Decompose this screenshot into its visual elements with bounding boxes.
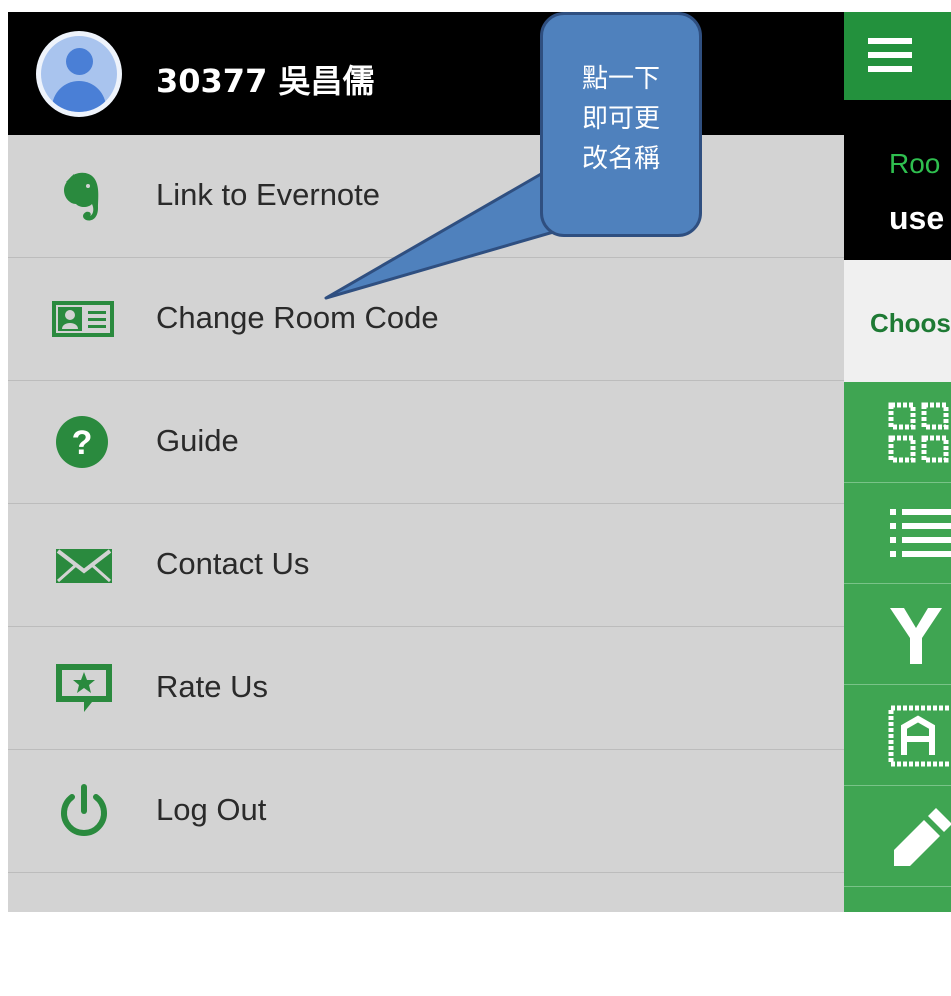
choose-bar: Choos [844,260,951,382]
option-qr-code[interactable] [844,382,951,483]
option-abcd[interactable] [844,685,951,786]
option-yes-no[interactable] [844,584,951,685]
menu-item-change-room-code[interactable]: Change Room Code [8,258,844,381]
yes-no-icon [890,608,942,664]
drawer-header: 30377 吳昌儒 [8,12,844,135]
menu-item-guide[interactable]: ? Guide [8,381,844,504]
list-icon [890,509,951,557]
annotation-callout: 點一下 即可更 改名稱 [540,12,702,237]
star-feedback-icon [52,660,116,716]
menu-item-contact-us[interactable]: Contact Us [8,504,844,627]
help-circle-icon: ? [52,414,116,470]
evernote-icon [52,168,116,224]
room-value: use [889,200,945,236]
abcd-icon [888,705,951,767]
option-list[interactable] [844,483,951,584]
navigation-drawer: 30377 吳昌儒 Link to Evernote Change Room C [8,12,844,912]
room-label: Roo [889,148,941,179]
avatar[interactable] [36,31,122,117]
menu-item-label: Guide [156,423,239,458]
option-list [844,382,951,912]
room-info: Roo use [844,100,951,260]
menu-item-log-out[interactable]: Log Out [8,750,844,873]
power-icon [52,783,116,839]
menu-item-label: Change Room Code [156,300,439,335]
qr-code-icon [888,402,949,463]
callout-text: 點一下 即可更 改名稱 [581,64,660,174]
menu-item-rate-us[interactable]: Rate Us [8,627,844,750]
main-screen: Roo use Choos [844,12,951,912]
user-name[interactable]: 30377 吳昌儒 [156,56,374,102]
menu-item-label: Contact Us [156,546,310,581]
menu-item-label: Link to Evernote [156,177,381,212]
envelope-icon [52,537,116,593]
menu-item-label: Rate Us [156,669,268,704]
choose-text: Choos [870,308,951,338]
id-card-icon [52,291,116,347]
menu-item-label: Log Out [156,792,267,827]
hamburger-menu-icon[interactable] [868,38,912,72]
svg-text:?: ? [72,424,93,462]
pencil-icon [894,808,951,866]
menu-item-empty [8,873,844,996]
option-pencil[interactable] [844,786,951,887]
menu-item-link-evernote[interactable]: Link to Evernote [8,135,844,258]
top-app-bar [844,12,951,100]
